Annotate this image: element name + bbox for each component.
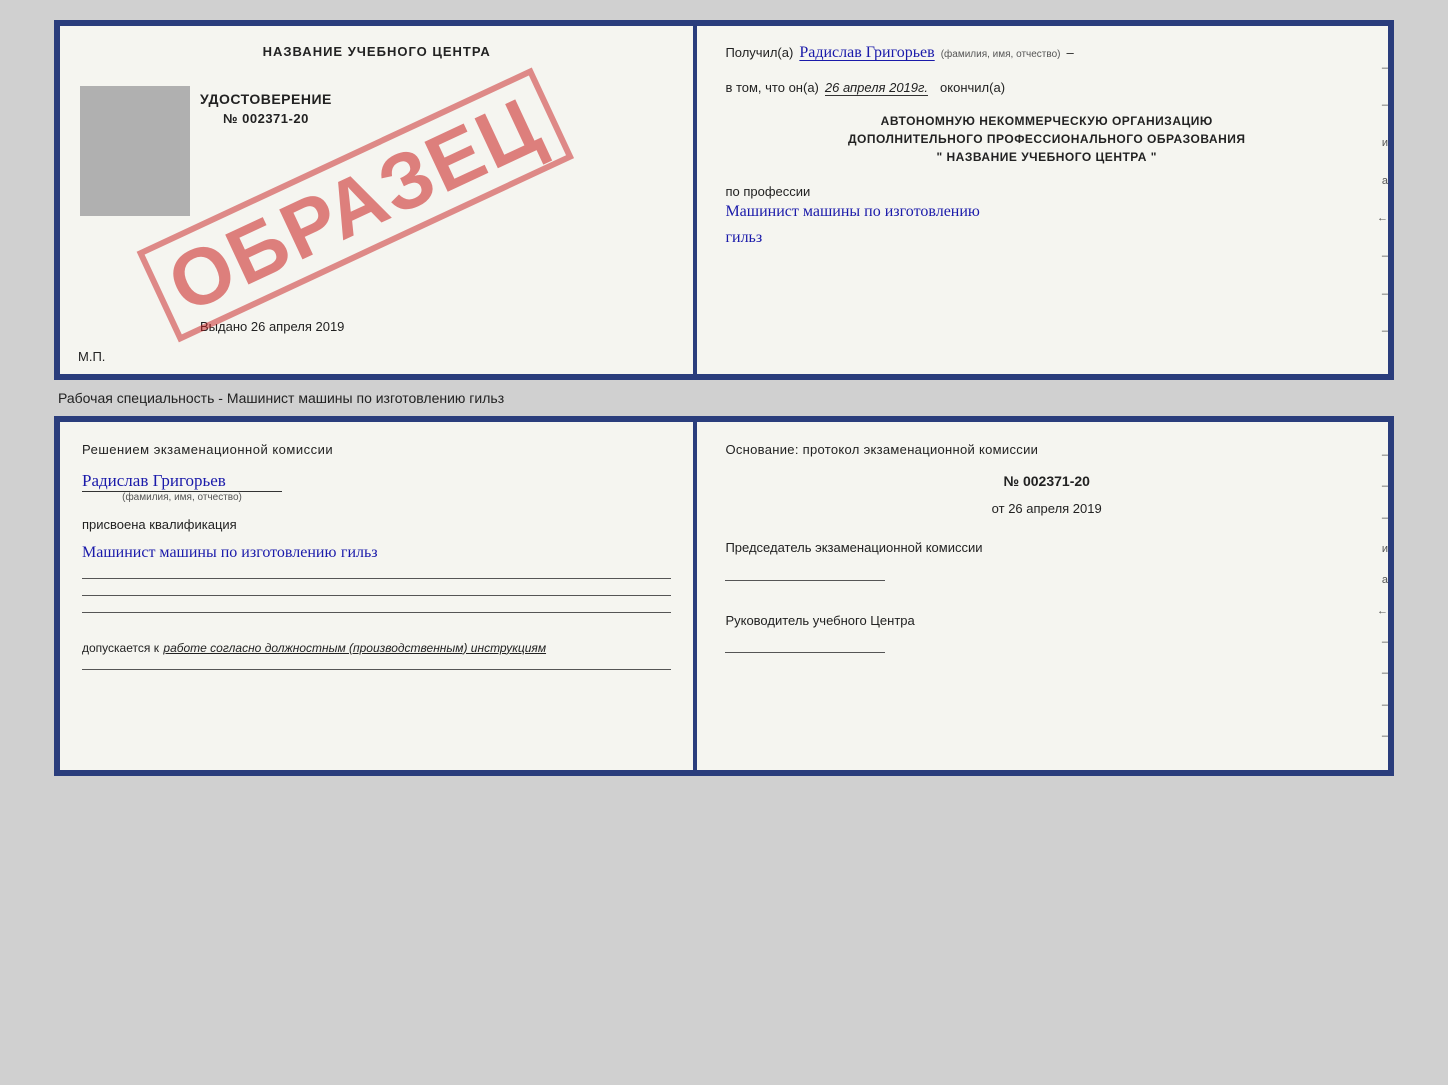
dotted-line-bottom xyxy=(82,669,671,670)
name-sublabel: (фамилия, имя, отчество) xyxy=(941,49,1061,60)
cert-number-top: № 002371-20 xyxy=(200,111,332,126)
dotted-line-2 xyxy=(82,595,671,596)
vtom-line: в том, что он(а) 26 апреля 2019г. окончи… xyxy=(725,80,1368,96)
dotted-line-1 xyxy=(82,578,671,579)
vydano-label: Выдано xyxy=(200,319,247,334)
po-professii-label: по профессии xyxy=(725,184,1368,199)
between-label: Рабочая специальность - Машинист машины … xyxy=(58,390,504,406)
cert-bottom-left: Решением экзаменационной комиссии Радисл… xyxy=(60,422,697,770)
qualification-block: Машинист машины по изготовлению гильз xyxy=(82,540,671,566)
dopuskaetsya-italic: работе согласно должностным (производств… xyxy=(163,641,546,655)
resheniyem-text: Решением экзаменационной комиссии xyxy=(82,442,671,457)
cert-bottom-right: Основание: протокол экзаменационной коми… xyxy=(697,422,1388,770)
okonchil-label: окончил(а) xyxy=(940,80,1005,95)
po-professii-block: по профессии Машинист машины по изготовл… xyxy=(725,184,1368,250)
right-ticks-bottom: – – – и а ← – – – – xyxy=(1374,422,1388,770)
rukovoditel-title: Руководитель учебного Центра xyxy=(725,611,1368,631)
rukovoditel-signature-line xyxy=(725,652,885,653)
photo-placeholder xyxy=(80,86,190,216)
profession-line2: гильз xyxy=(725,225,1368,251)
school-name-top: НАЗВАНИЕ УЧЕБНОГО ЦЕНТРА xyxy=(80,44,673,59)
bottom-person-name: Радислав Григорьев xyxy=(82,471,226,491)
vtom-label: в том, что он(а) xyxy=(725,80,818,95)
top-certificate: НАЗВАНИЕ УЧЕБНОГО ЦЕНТРА УДОСТОВЕРЕНИЕ №… xyxy=(54,20,1394,380)
right-ticks-top: – – и а ← – – – xyxy=(1376,26,1388,374)
profession-line1: Машинист машины по изготовлению xyxy=(725,199,1368,225)
rukovoditel-block: Руководитель учебного Центра xyxy=(725,611,1368,658)
org-line3: " НАЗВАНИЕ УЧЕБНОГО ЦЕНТРА " xyxy=(725,148,1368,166)
prisvoena-text: присвоена квалификация xyxy=(82,517,671,532)
fio-sublabel: (фамилия, имя, отчество) xyxy=(82,492,282,503)
cert-top-left: НАЗВАНИЕ УЧЕБНОГО ЦЕНТРА УДОСТОВЕРЕНИЕ №… xyxy=(60,26,697,374)
dotted-line-3 xyxy=(82,612,671,613)
udostoverenie-label: УДОСТОВЕРЕНИЕ xyxy=(200,91,332,107)
ot-date-value: 26 апреля 2019 xyxy=(1008,501,1102,516)
dopuskaetsya-block: допускается к работе согласно должностны… xyxy=(82,639,671,657)
poluchil-line: Получил(а) Радислав Григорьев (фамилия, … xyxy=(725,44,1368,62)
recipient-name: Радислав Григорьев xyxy=(799,44,934,62)
vydano-block: Выдано 26 апреля 2019 xyxy=(200,319,344,334)
mp-label: М.П. xyxy=(78,349,105,364)
qualification-line1: Машинист машины по изготовлению xyxy=(82,544,336,561)
predsedatel-signature-line xyxy=(725,580,885,581)
udostoverenie-block: УДОСТОВЕРЕНИЕ № 002371-20 xyxy=(200,91,332,126)
qualification-line2: гильз xyxy=(341,544,378,561)
poluchil-label: Получил(а) xyxy=(725,45,793,60)
vydano-date: 26 апреля 2019 xyxy=(251,319,345,334)
org-line1: АВТОНОМНУЮ НЕКОММЕРЧЕСКУЮ ОРГАНИЗАЦИЮ xyxy=(725,112,1368,130)
org-line2: ДОПОЛНИТЕЛЬНОГО ПРОФЕССИОНАЛЬНОГО ОБРАЗО… xyxy=(725,130,1368,148)
osnovanie-text: Основание: протокол экзаменационной коми… xyxy=(725,442,1368,457)
ot-label: от xyxy=(992,501,1005,516)
dopuskaetsya-prefix: допускается к xyxy=(82,641,159,655)
bottom-number: № 002371-20 xyxy=(725,473,1368,489)
completion-date: 26 апреля 2019г. xyxy=(825,80,928,96)
bottom-fio-wrapper: Радислав Григорьев (фамилия, имя, отчест… xyxy=(82,465,671,503)
predsedatel-block: Председатель экзаменационной комиссии xyxy=(725,538,1368,585)
bottom-certificate: Решением экзаменационной комиссии Радисл… xyxy=(54,416,1394,776)
predsedatel-title: Председатель экзаменационной комиссии xyxy=(725,538,1368,558)
cert-top-right: Получил(а) Радислав Григорьев (фамилия, … xyxy=(697,26,1388,374)
dash-separator: – xyxy=(1066,45,1073,60)
document-wrapper: НАЗВАНИЕ УЧЕБНОГО ЦЕНТРА УДОСТОВЕРЕНИЕ №… xyxy=(54,20,1394,776)
org-block: АВТОНОМНУЮ НЕКОММЕРЧЕСКУЮ ОРГАНИЗАЦИЮ ДО… xyxy=(725,112,1368,166)
ot-date-block: от 26 апреля 2019 xyxy=(725,501,1368,516)
